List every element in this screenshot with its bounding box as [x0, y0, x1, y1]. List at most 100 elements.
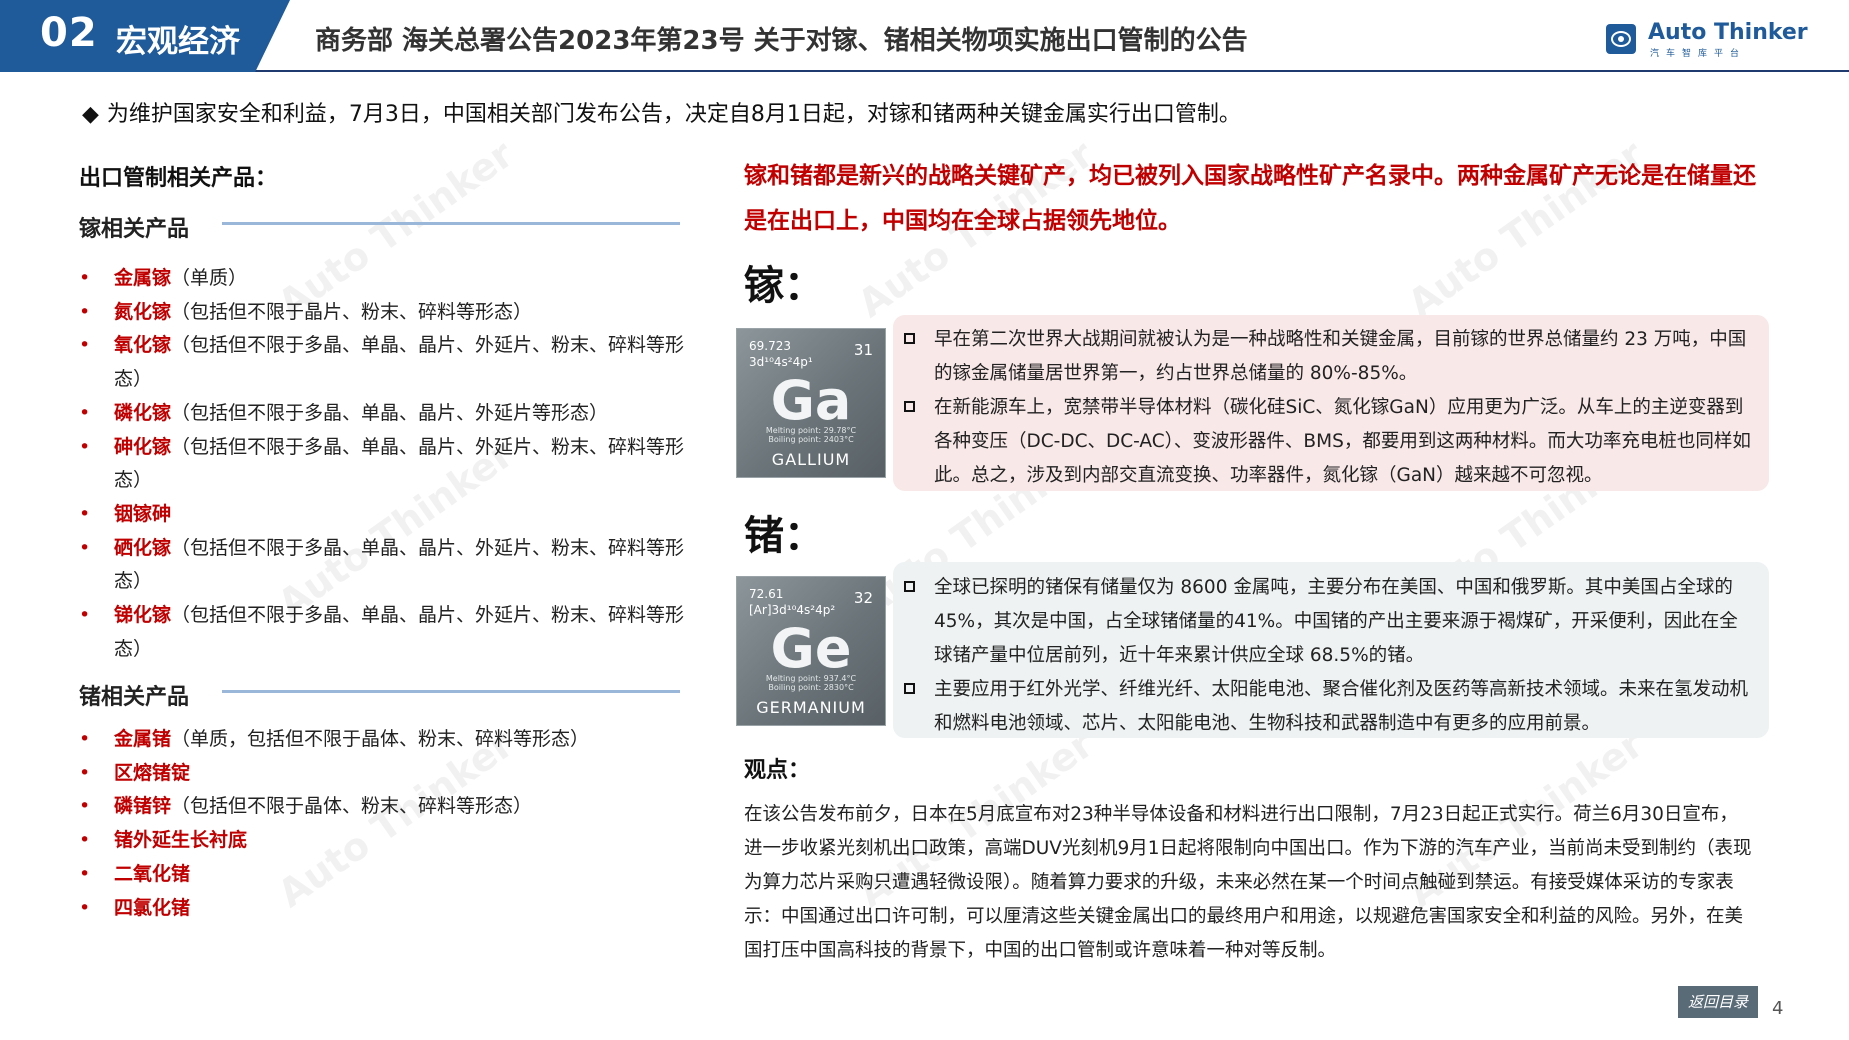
diamond-bullet-icon: ◆ — [82, 102, 99, 127]
tile-atomic-number: 31 — [853, 341, 873, 359]
logo-pupil-icon — [1618, 36, 1624, 42]
product-name: 锑化镓 — [114, 604, 172, 627]
product-item: • 金属镓（单质） — [79, 262, 689, 296]
bullet-dot-icon: • — [79, 401, 91, 424]
product-name: 二氧化锗 — [114, 862, 191, 885]
bullet-dot-icon: • — [79, 728, 91, 750]
product-description: （单质，包括但不限于晶体、粉末、碎料等形态） — [171, 728, 590, 750]
tile-atomic-mass: 69.723 — [749, 339, 791, 353]
product-item: • 铟镓砷 — [79, 498, 689, 532]
section-number: 02 — [40, 10, 98, 56]
product-name: 锗外延生长衬底 — [114, 829, 248, 852]
strategic-note: 镓和锗都是新兴的战略关键矿产，均已被列入国家战略性矿产名录中。两种金属矿产无论是… — [744, 163, 1756, 234]
tile-symbol: Ge — [770, 617, 852, 680]
product-name: 磷锗锌 — [114, 795, 172, 818]
tile-boiling-point: Boiling point: 2830°C — [768, 683, 854, 692]
tile-boiling-point: Boiling point: 2403°C — [768, 435, 854, 444]
logo-name: Auto Thinker — [1648, 20, 1808, 45]
info-point: 主要应用于红外光学、纤维光纤、太阳能电池、聚合催化剂及医药等高新技术领域。未来在… — [904, 673, 1756, 741]
product-description: （包括但不限于晶体、粉末、碎料等形态） — [171, 795, 533, 818]
tile-element-name: GALLIUM — [771, 450, 851, 469]
viewpoint-body: 在该公告发布前夕，日本在5月底宣布对23种半导体设备和材料进行出口限制，7月23… — [744, 804, 1752, 961]
info-point-text: 主要应用于红外光学、纤维光纤、太阳能电池、聚合催化剂及医药等高新技术领域。未来在… — [934, 679, 1749, 734]
germanium-heading: 锗： — [744, 513, 824, 559]
bullet-dot-icon: • — [79, 761, 91, 784]
product-item: • 磷锗锌（包括但不限于晶体、粉末、碎料等形态） — [79, 790, 689, 824]
product-item: • 锗外延生长衬底 — [79, 824, 689, 858]
product-item: • 锑化镓（包括但不限于多晶、单晶、晶片、外延片、粉末、碎料等形态） — [79, 599, 689, 666]
ge-products-list: • 金属锗（单质，包括但不限于晶体、粉末、碎料等形态） • 区熔锗锭 • 磷锗锌（包括但不… — [79, 723, 689, 925]
bullet-dot-icon: • — [79, 300, 91, 323]
product-description: （包括但不限于多晶、单晶、晶片、外延片、粉末、碎料等形态） — [114, 604, 685, 660]
bullet-dot-icon: • — [79, 267, 91, 289]
info-point-text: 全球已探明的锗保有储量仅为 8600 金属吨，主要分布在美国、中国和俄罗斯。其中… — [934, 577, 1738, 666]
back-to-contents-button[interactable]: 返回目录 — [1678, 986, 1758, 1018]
tile-electron-config: [Ar]3d¹⁰4s²4p² — [749, 603, 836, 617]
product-description: （包括但不限于多晶、单晶、晶片、外延片、粉末、碎料等形态） — [114, 435, 685, 492]
product-description: （包括但不限于多晶、单晶、晶片、外延片、粉末、碎料等形态） — [114, 334, 685, 391]
bullet-dot-icon: • — [79, 604, 91, 627]
info-point: 全球已探明的锗保有储量仅为 8600 金属吨，主要分布在美国、中国和俄罗斯。其中… — [904, 571, 1756, 673]
product-item: • 磷化镓（包括但不限于多晶、单晶、晶片、外延片等形态） — [79, 397, 689, 431]
tile-melting-point: Melting point: 937.4°C — [765, 674, 857, 683]
square-bullet-icon — [904, 683, 915, 694]
intro-line: ◆ 为维护国家安全和利益，7月3日，中国相关部门发布公告，决定自8月1日起，对镓和… — [82, 96, 1241, 128]
square-bullet-icon — [904, 401, 915, 412]
ga-title-divider — [222, 222, 680, 225]
ge-title-divider — [222, 690, 680, 693]
tile-element-name: GERMANIUM — [756, 698, 866, 717]
intro-text: 为维护国家安全和利益，7月3日，中国相关部门发布公告，决定自8月1日起，对镓和锗… — [106, 102, 1241, 127]
tile-melting-point: Melting point: 29.78°C — [765, 426, 857, 435]
section-name: 宏观经济 — [116, 24, 240, 60]
bullet-dot-icon: • — [79, 896, 91, 919]
product-item: • 氮化镓（包括但不限于晶片、粉末、碎料等形态） — [79, 296, 689, 330]
info-point: 在新能源车上，宽禁带半导体材料（碳化硅SiC、氮化镓GaN）应用更为广泛。从车上… — [904, 391, 1756, 493]
bullet-dot-icon: • — [79, 502, 91, 525]
product-name: 铟镓砷 — [114, 502, 172, 525]
tile-electron-config: 3d¹⁰4s²4p¹ — [749, 355, 813, 369]
export-control-heading: 出口管制相关产品： — [79, 166, 278, 191]
bullet-dot-icon: • — [79, 536, 91, 559]
gallium-heading: 镓： — [744, 263, 824, 309]
bullet-dot-icon: • — [79, 862, 91, 885]
product-description: （包括但不限于晶片、粉末、碎料等形态） — [171, 300, 533, 323]
page-title: 商务部 海关总署公告2023年第23号 关于对镓、锗相关物项实施出口管制的公告 — [315, 26, 1248, 56]
square-bullet-icon — [904, 581, 915, 592]
product-item: • 区熔锗锭 — [79, 757, 689, 791]
info-point: 早在第二次世界大战期间就被认为是一种战略性和关键金属，目前镓的世界总储量约 23… — [904, 323, 1756, 391]
product-item: • 二氧化锗 — [79, 858, 689, 892]
product-name: 金属镓 — [114, 267, 172, 289]
tile-atomic-number: 32 — [853, 589, 873, 607]
product-description: （包括但不限于多晶、单晶、晶片、外延片等形态） — [171, 401, 609, 424]
germanium-points: 全球已探明的锗保有储量仅为 8600 金属吨，主要分布在美国、中国和俄罗斯。其中… — [904, 571, 1756, 741]
product-item: • 氧化镓（包括但不限于多晶、单晶、晶片、外延片、粉末、碎料等形态） — [79, 329, 689, 396]
bullet-dot-icon: • — [79, 435, 91, 458]
product-item: • 砷化镓（包括但不限于多晶、单晶、晶片、外延片、粉末、碎料等形态） — [79, 431, 689, 498]
info-point-text: 在新能源车上，宽禁带半导体材料（碳化硅SiC、氮化镓GaN）应用更为广泛。从车上… — [934, 397, 1751, 486]
logo-subtitle: 汽车智库平台 — [1650, 49, 1747, 59]
product-description: （单质） — [171, 267, 248, 289]
ge-products-title: 锗相关产品 — [79, 685, 190, 710]
tile-symbol: Ga — [770, 369, 852, 432]
tile-atomic-mass: 72.61 — [749, 587, 784, 601]
product-name: 四氯化锗 — [114, 896, 191, 919]
ga-products-title: 镓相关产品 — [79, 217, 190, 242]
viewpoint-heading: 观点： — [744, 758, 811, 783]
product-name: 氧化镓 — [114, 334, 172, 357]
product-name: 金属锗 — [114, 728, 172, 750]
square-bullet-icon — [904, 333, 915, 344]
germanium-element-tile: 72.61 [Ar]3d¹⁰4s²4p² 32 Ge Melting point… — [736, 576, 886, 726]
product-name: 氮化镓 — [114, 300, 172, 323]
ga-products-list: • 金属镓（单质） • 氮化镓（包括但不限于晶片、粉末、碎料等形态） • 氧化镓（包括但不… — [79, 262, 689, 666]
product-name: 磷化镓 — [114, 401, 172, 424]
page-number: 4 — [1772, 998, 1784, 1019]
product-item: • 金属锗（单质，包括但不限于晶体、粉末、碎料等形态） — [79, 723, 689, 757]
bullet-dot-icon: • — [79, 829, 91, 852]
product-description: （包括但不限于多晶、单晶、晶片、外延片、粉末、碎料等形态） — [114, 536, 685, 593]
product-item: • 四氯化锗 — [79, 892, 689, 926]
product-item: • 硒化镓（包括但不限于多晶、单晶、晶片、外延片、粉末、碎料等形态） — [79, 532, 689, 599]
product-name: 砷化镓 — [114, 435, 172, 458]
gallium-points: 早在第二次世界大战期间就被认为是一种战略性和关键金属，目前镓的世界总储量约 23… — [904, 323, 1756, 493]
product-name: 区熔锗锭 — [114, 761, 191, 784]
bullet-dot-icon: • — [79, 334, 91, 357]
